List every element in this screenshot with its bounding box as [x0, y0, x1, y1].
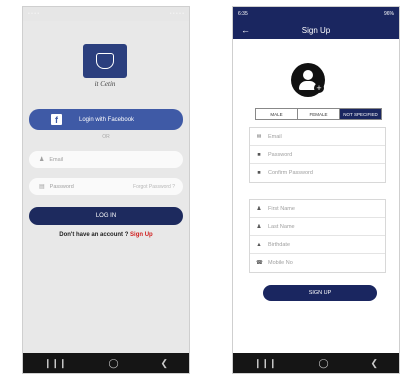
signup-link[interactable]: Sign Up — [130, 232, 153, 238]
email-placeholder: Email — [49, 156, 64, 163]
email-field[interactable]: ✉ Email — [250, 128, 385, 146]
facebook-login-label: Login with Facebook — [79, 116, 135, 123]
status-battery: 96% — [383, 11, 394, 17]
home-icon[interactable]: ◯ — [108, 358, 118, 369]
back-icon[interactable]: ❮ — [370, 358, 378, 369]
logo-badge — [83, 44, 127, 78]
android-nav-bar: ❙❙❙ ◯ ❮ — [23, 353, 189, 373]
signup-screen: 6:35 96% ← Sign Up + MALE FEMALE NOT SPE… — [232, 6, 400, 374]
status-bar: • • • • • • • • • — [23, 7, 189, 21]
home-icon[interactable]: ◯ — [318, 358, 328, 369]
signup-button[interactable]: SIGN UP — [263, 285, 377, 301]
status-icons-left: • • • • — [28, 11, 40, 17]
password-field[interactable]: ■ Password — [250, 146, 385, 164]
status-icons-right: • • • • • — [169, 11, 184, 17]
user-avatar-icon — [303, 70, 313, 80]
credentials-group: ✉ Email ■ Password ■ Confirm Password — [249, 127, 386, 183]
lock-icon: ■ — [257, 151, 261, 158]
gender-option-male[interactable]: MALE — [256, 109, 298, 119]
shield-icon — [96, 53, 114, 69]
password-placeholder: Password — [268, 151, 293, 158]
user-icon: ♟ — [39, 157, 45, 163]
facebook-icon: f — [51, 114, 62, 125]
status-bar: 6:35 96% — [233, 7, 399, 21]
birthdate-field[interactable]: ▲ Birthdate — [250, 236, 385, 254]
lock-icon: ■ — [257, 170, 261, 176]
no-account-text: Don't have an account ? — [59, 232, 129, 238]
back-icon[interactable]: ❮ — [160, 358, 168, 369]
login-screen: • • • • • • • • • it Cetin f Login with … — [22, 6, 190, 374]
gender-selector: MALE FEMALE NOT SPECIFIED — [255, 108, 382, 120]
cake-icon: ▲ — [256, 241, 262, 248]
profile-group: ♟ First Name ♟ Last Name ▲ Birthdate ☎ M… — [249, 199, 386, 273]
phone-icon: ☎ — [256, 260, 263, 266]
birthdate-placeholder: Birthdate — [268, 241, 291, 248]
android-nav-bar: ❙❙❙ ◯ ❮ — [233, 353, 399, 373]
app-header: ← Sign Up — [233, 21, 399, 39]
facebook-login-button[interactable]: f Login with Facebook — [29, 109, 183, 130]
last-name-placeholder: Last Name — [268, 223, 295, 230]
lock-icon: ▤ — [39, 184, 45, 190]
password-input[interactable]: ▤ Password Forgot Password ? — [29, 178, 183, 195]
login-button[interactable]: LOG IN — [29, 207, 183, 225]
or-divider: OR — [102, 134, 110, 140]
user-icon: ♟ — [256, 223, 262, 230]
recent-apps-icon[interactable]: ❙❙❙ — [44, 358, 67, 369]
envelope-icon: ✉ — [256, 133, 262, 140]
mobile-placeholder: Mobile No — [268, 260, 293, 266]
back-arrow-icon[interactable]: ← — [241, 25, 250, 35]
first-name-placeholder: First Name — [268, 205, 295, 212]
first-name-field[interactable]: ♟ First Name — [250, 200, 385, 218]
password-placeholder: Password — [49, 183, 74, 190]
app-logo: it Cetin — [75, 44, 135, 94]
logo-caption: it Cetin — [94, 80, 116, 88]
confirm-password-field[interactable]: ■ Confirm Password — [250, 164, 385, 182]
page-title: Sign Up — [301, 25, 331, 35]
last-name-field[interactable]: ♟ Last Name — [250, 218, 385, 236]
add-photo-icon[interactable]: + — [314, 83, 324, 93]
recent-apps-icon[interactable]: ❙❙❙ — [254, 358, 277, 369]
profile-photo-picker[interactable]: + — [291, 63, 325, 97]
forgot-password-link[interactable]: Forgot Password ? — [133, 184, 175, 190]
confirm-password-placeholder: Confirm Password — [268, 170, 313, 176]
gender-option-female[interactable]: FEMALE — [298, 109, 340, 119]
signup-prompt: Don't have an account ? Sign Up — [23, 232, 189, 238]
user-icon: ♟ — [256, 205, 262, 212]
email-input[interactable]: ♟ Email — [29, 151, 183, 168]
email-placeholder: Email — [268, 133, 282, 140]
gender-option-not-specified[interactable]: NOT SPECIFIED — [340, 109, 381, 119]
status-time: 6:35 — [238, 11, 248, 17]
mobile-field[interactable]: ☎ Mobile No — [250, 254, 385, 272]
